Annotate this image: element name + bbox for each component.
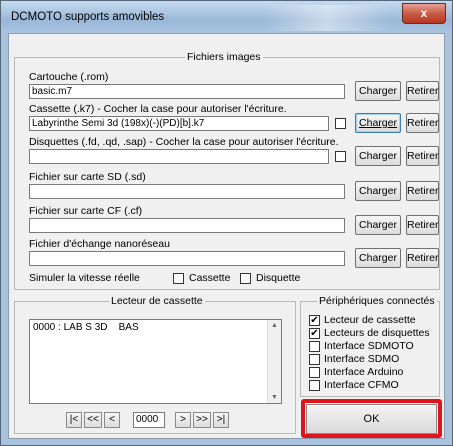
cassette-reader-title: Lecteur de cassette	[109, 295, 205, 307]
device-floppy-checkbox[interactable]: ✔	[309, 328, 320, 339]
nano-remove-button[interactable]: Retirer	[406, 248, 439, 268]
scroll-down-icon[interactable]: ▼	[271, 394, 278, 401]
device-sdmo-checkbox[interactable]	[309, 354, 320, 365]
list-scrollbar[interactable]: ▲ ▼	[267, 320, 281, 403]
cassette-write-checkbox[interactable]	[335, 118, 346, 129]
sim-cassette-checkbox[interactable]	[173, 273, 184, 284]
cassette-file-list[interactable]: 0000 : LAB S 3D BAS ▲ ▼	[29, 319, 282, 404]
cf-label: Fichier sur carte CF (.cf)	[29, 205, 143, 217]
cassette-remove-button[interactable]: Retirer	[406, 113, 439, 133]
device-cfmo-label: Interface CFMO	[324, 379, 399, 391]
device-cfmo-checkbox[interactable]	[309, 380, 320, 391]
device-cassette-label: Lecteur de cassette	[324, 314, 416, 326]
cf-field[interactable]	[29, 218, 345, 233]
cartridge-remove-button[interactable]: Retirer	[406, 81, 439, 101]
cassette-load-label: Charger	[359, 117, 397, 129]
position-field[interactable]: 0000	[133, 412, 165, 428]
sd-field[interactable]	[29, 184, 345, 199]
device-sdmoto-label: Interface SDMOTO	[324, 340, 414, 352]
sim-disk-label: Disquette	[256, 272, 301, 284]
floppy-write-checkbox[interactable]	[335, 151, 346, 162]
devices-group: Périphériques connectés ✔ Lecteur de cas…	[300, 295, 440, 397]
list-item[interactable]: 0000 : LAB S 3D BAS	[33, 322, 139, 333]
cassette-load-button[interactable]: Charger	[355, 113, 401, 133]
nav-prev-button[interactable]: <	[104, 412, 120, 428]
ok-highlight-box	[301, 399, 442, 438]
window-title: DCMOTO supports amovibles	[11, 11, 165, 23]
floppy-load-button[interactable]: Charger	[355, 146, 401, 166]
simulate-speed-label: Simuler la vitesse réelle	[29, 272, 140, 284]
cartridge-field[interactable]: basic.m7	[29, 84, 345, 99]
sim-disk-checkbox[interactable]	[240, 273, 251, 284]
nav-last-button[interactable]: >|	[213, 412, 229, 428]
cartridge-label: Cartouche (.rom)	[29, 71, 109, 83]
nano-label: Fichier d'échange nanoréseau	[29, 238, 170, 250]
device-floppy-label: Lecteurs de disquettes	[324, 327, 430, 339]
floppy-remove-button[interactable]: Retirer	[406, 146, 439, 166]
nav-prev-fast-button[interactable]: <<	[84, 412, 102, 428]
cassette-field[interactable]: Labyrinthe Semi 3d (198x)(-)(PD)[b].k7	[29, 116, 329, 131]
dialog-client: Fichiers images Cartouche (.rom) basic.m…	[8, 33, 445, 439]
cf-remove-button[interactable]: Retirer	[406, 215, 439, 235]
images-group-title: Fichiers images	[185, 51, 263, 63]
dialog-window: DCMOTO supports amovibles x Fichiers ima…	[0, 0, 453, 446]
device-arduino-label: Interface Arduino	[324, 366, 404, 378]
sd-remove-button[interactable]: Retirer	[406, 181, 439, 201]
device-sdmo-label: Interface SDMO	[324, 353, 400, 365]
sd-load-button[interactable]: Charger	[355, 181, 401, 201]
scroll-up-icon[interactable]: ▲	[271, 322, 278, 329]
floppy-label: Disquettes (.fd, .qd, .sap) - Cocher la …	[29, 136, 339, 148]
sim-cassette-label: Cassette	[189, 272, 231, 284]
nano-load-button[interactable]: Charger	[355, 248, 401, 268]
cf-load-button[interactable]: Charger	[355, 215, 401, 235]
title-bar[interactable]: DCMOTO supports amovibles x	[1, 1, 452, 33]
nav-next-button[interactable]: >	[175, 412, 191, 428]
close-button[interactable]: x	[402, 3, 446, 24]
device-sdmoto-checkbox[interactable]	[309, 341, 320, 352]
title-bar-reflection	[262, 5, 392, 31]
devices-group-title: Périphériques connectés	[317, 295, 437, 307]
cassette-label: Cassette (.k7) - Cocher la case pour aut…	[29, 103, 287, 115]
sd-label: Fichier sur carte SD (.sd)	[29, 171, 146, 183]
device-cassette-checkbox[interactable]: ✔	[309, 315, 320, 326]
nav-next-fast-button[interactable]: >>	[193, 412, 211, 428]
nano-field[interactable]	[29, 251, 345, 266]
floppy-field[interactable]	[29, 149, 329, 164]
images-group: Fichiers images Cartouche (.rom) basic.m…	[14, 51, 440, 290]
cartridge-load-button[interactable]: Charger	[355, 81, 401, 101]
device-arduino-checkbox[interactable]	[309, 367, 320, 378]
nav-first-button[interactable]: |<	[66, 412, 82, 428]
